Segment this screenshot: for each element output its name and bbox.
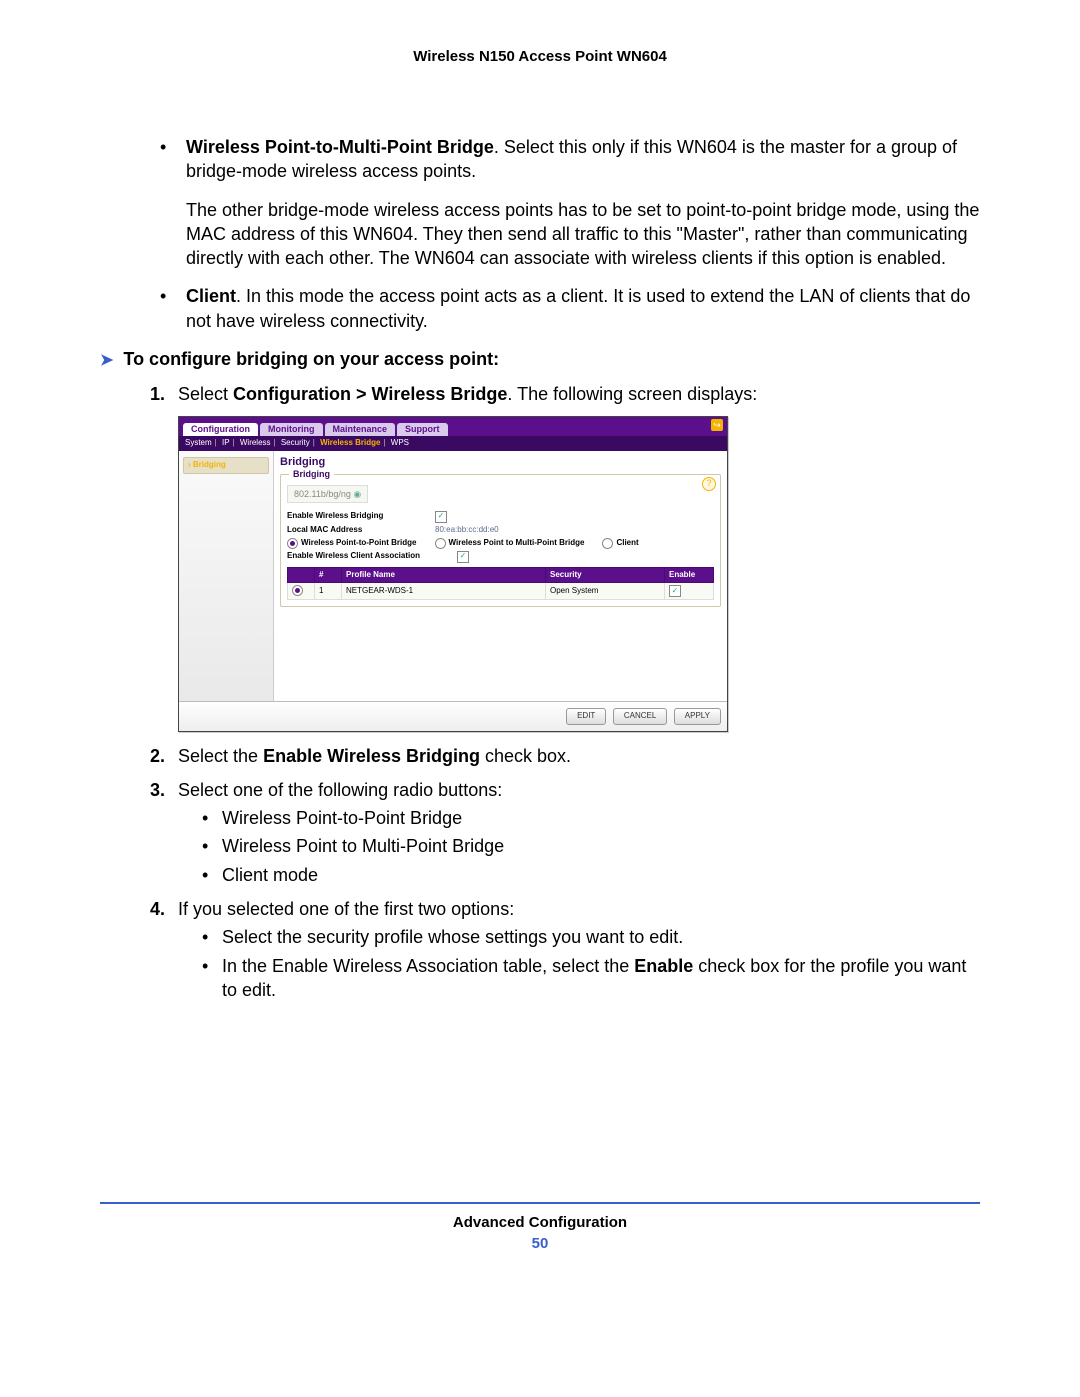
step-4-b-bold: Enable [634,956,693,976]
step-1-bold: Configuration > Wireless Bridge [233,384,507,404]
radio-p2p[interactable] [287,538,298,549]
footer-section: Advanced Configuration [100,1214,980,1231]
table-row: 1 NETGEAR-WDS-1 Open System ✓ [288,583,714,600]
config-screenshot: Configuration Monitoring Maintenance Sup… [178,416,728,732]
bullet-client: Client. In this mode the access point ac… [150,284,980,333]
row-radio[interactable] [292,585,303,596]
screenshot-footer: EDIT CANCEL APPLY [179,701,727,731]
help-icon[interactable]: ? [702,477,716,491]
panel-heading: Bridging [280,455,721,470]
step-2-pre: Select the [178,746,263,766]
bullet-client-text: . In this mode the access point acts as … [186,286,970,330]
body-content: Wireless Point-to-Multi-Point Bridge. Se… [100,135,980,1002]
subnav-security[interactable]: Security [281,438,310,447]
step-3-opt-3: Client mode [198,863,980,887]
radio-p2p-label: Wireless Point-to-Point Bridge [301,538,417,549]
mac-label: Local MAC Address [287,525,435,536]
radio-multipoint-label: Wireless Point to Multi-Point Bridge [449,538,585,549]
th-enable: Enable [665,567,714,583]
step-4-a: Select the security profile whose settin… [198,925,980,949]
tab-configuration[interactable]: Configuration [183,423,258,436]
bullet-client-bold: Client [186,286,236,306]
tab-maintenance[interactable]: Maintenance [325,423,396,436]
edit-button[interactable]: EDIT [566,708,606,725]
row-security: Open System [546,583,665,600]
th-hash: # [315,567,342,583]
step-4-b-pre: In the Enable Wireless Association table… [222,956,634,976]
radio-client[interactable] [602,538,613,549]
footer-page-number: 50 [100,1235,980,1252]
document-header: Wireless N150 Access Point WN604 [100,48,980,65]
arrow-icon: ➤ [100,350,113,372]
cancel-button[interactable]: CANCEL [613,708,667,725]
step-3-opt-1: Wireless Point-to-Point Bridge [198,806,980,830]
page-footer: Advanced Configuration 50 [100,1202,980,1252]
step-4-text: If you selected one of the first two opt… [178,899,514,919]
row-enable-checkbox[interactable]: ✓ [669,585,681,597]
row-profile: NETGEAR-WDS-1 [342,583,546,600]
step-1-pre: Select [178,384,233,404]
main-tabs: Configuration Monitoring Maintenance Sup… [179,417,727,436]
assoc-label: Enable Wireless Client Association [287,551,457,563]
step-4-b: In the Enable Wireless Association table… [198,954,980,1003]
band-label: 802.11b/bg/ng [294,489,351,499]
mac-value: 80:ea:bb:cc:dd:e0 [435,525,499,536]
step-2: Select the Enable Wireless Bridging chec… [150,744,980,768]
bullet-multipoint-para2: The other bridge-mode wireless access po… [186,198,980,271]
apply-button[interactable]: APPLY [674,708,721,725]
section-title: To configure bridging on your access poi… [123,347,499,371]
subnav-wireless-bridge[interactable]: Wireless Bridge [320,438,380,447]
assoc-checkbox[interactable]: ✓ [457,551,469,563]
bullet-multipoint: Wireless Point-to-Multi-Point Bridge. Se… [150,135,980,270]
th-profile: Profile Name [342,567,546,583]
enable-bridging-label: Enable Wireless Bridging [287,511,435,523]
enable-bridging-checkbox[interactable]: ✓ [435,511,447,523]
radio-client-label: Client [616,538,638,549]
subnav-system[interactable]: System [185,438,212,447]
step-1-post: . The following screen displays: [507,384,757,404]
band-selector[interactable]: 802.11b/bg/ng ◉ [287,485,368,503]
tab-support[interactable]: Support [397,423,448,436]
step-4: If you selected one of the first two opt… [150,897,980,1002]
step-3: Select one of the following radio button… [150,778,980,887]
subnav-wireless[interactable]: Wireless [240,438,271,447]
step-3-text: Select one of the following radio button… [178,780,502,800]
step-2-post: check box. [480,746,571,766]
sub-nav: System| IP| Wireless| Security| Wireless… [179,436,727,451]
step-3-opt-2: Wireless Point to Multi-Point Bridge [198,834,980,858]
step-1: Select Configuration > Wireless Bridge. … [150,382,980,732]
subnav-wps[interactable]: WPS [391,438,409,447]
bullet-multipoint-bold: Wireless Point-to-Multi-Point Bridge [186,137,494,157]
left-sidebar: › Bridging [179,451,274,701]
row-num: 1 [315,583,342,600]
subnav-ip[interactable]: IP [222,438,230,447]
tab-monitoring[interactable]: Monitoring [260,423,323,436]
step-2-bold: Enable Wireless Bridging [263,746,480,766]
panel-legend: Bridging [289,468,334,480]
profile-table: # Profile Name Security Enable 1 NETGEAR… [287,567,714,601]
th-security: Security [546,567,665,583]
radio-multipoint[interactable] [435,538,446,549]
sidebar-item-bridging[interactable]: › Bridging [183,457,269,474]
logout-icon[interactable]: ↪ [711,419,723,431]
sidebar-item-label: Bridging [193,460,226,469]
bridging-panel: Bridging ? 802.11b/bg/ng ◉ Enable Wirele… [280,474,721,608]
